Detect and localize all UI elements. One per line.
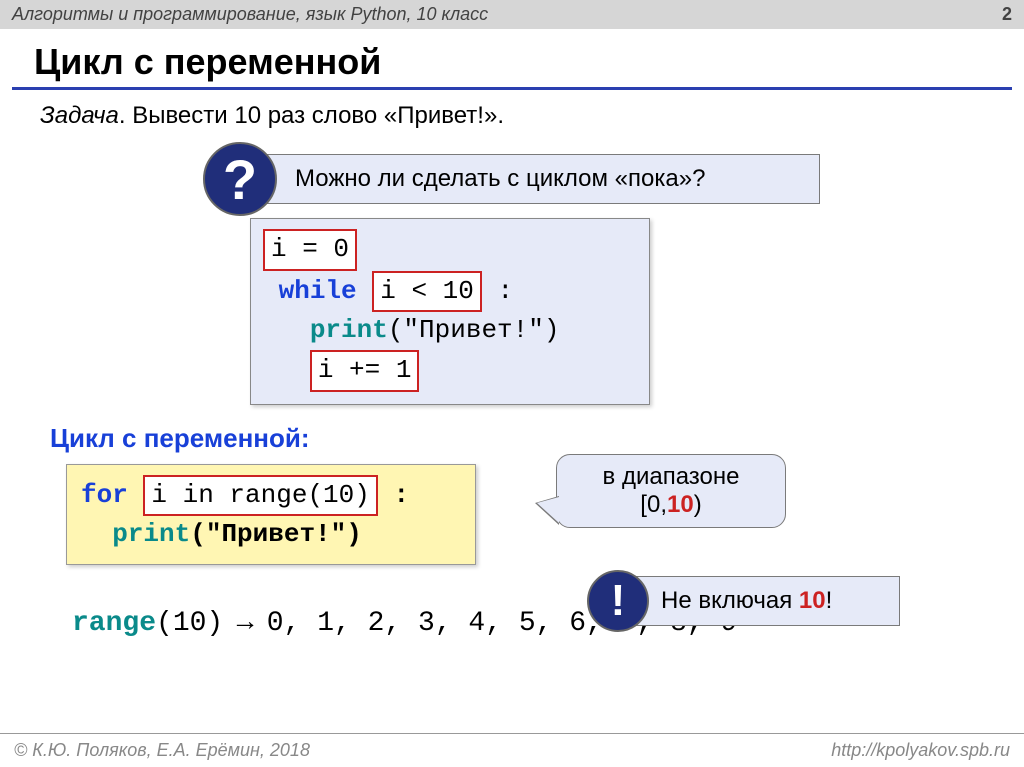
exclaim-text-a: Не включая — [661, 587, 799, 614]
for-body: i in range(10) — [143, 475, 377, 517]
colon2: : — [393, 480, 409, 510]
callout-line2c: ) — [694, 491, 702, 518]
code-inc: i += 1 — [310, 350, 420, 392]
exclaim-text-b: 10 — [799, 587, 826, 614]
colon1: : — [497, 276, 513, 306]
exclaim-text-c: ! — [826, 587, 833, 614]
footer-bar: © К.Ю. Поляков, Е.А. Ерёмин, 2018 http:/… — [0, 733, 1024, 767]
kw-while: while — [279, 276, 357, 306]
range-arg: (10) — [156, 608, 223, 639]
print-arg: ("Привет!") — [388, 315, 560, 345]
exclamation-icon: ! — [587, 570, 649, 632]
question-mark-icon: ? — [203, 142, 277, 216]
task-text: . Вывести 10 раз слово «Привет!». — [119, 102, 504, 129]
callout-line2a: [0, — [640, 491, 667, 518]
question-text: Можно ли сделать с циклом «пока»? — [295, 165, 705, 192]
kw-for: for — [81, 480, 128, 510]
question-callout: ? Можно ли сделать с циклом «пока»? — [240, 154, 820, 204]
copyright: © К.Ю. Поляков, Е.А. Ерёмин, 2018 — [14, 740, 310, 761]
page-title: Цикл с переменной — [0, 29, 1024, 85]
code-while-block: i = 0 while i < 10 : print("Привет!") i … — [250, 218, 650, 405]
callout-line2b: 10 — [667, 491, 694, 518]
range-callout: в диапазоне [0,10) — [556, 454, 786, 528]
arrow-icon: → — [223, 605, 267, 636]
subheading: Цикл с переменной: — [50, 423, 984, 454]
page-number: 2 — [1002, 4, 1012, 25]
exclaim-callout: ! Не включая 10! — [620, 576, 900, 626]
range-fn: range — [72, 608, 156, 639]
print-arg2: ("Привет!") — [190, 519, 362, 549]
code-for-block: for i in range(10) : print("Привет!") — [66, 464, 476, 565]
code-cond: i < 10 — [372, 271, 482, 313]
header-bar: Алгоритмы и программирование, язык Pytho… — [0, 0, 1024, 29]
code-init: i = 0 — [263, 229, 357, 271]
task-line: Задача. Вывести 10 раз слово «Привет!». — [40, 102, 984, 130]
footer-url: http://kpolyakov.spb.ru — [831, 740, 1010, 761]
subject-text: Алгоритмы и программирование, язык Pytho… — [12, 4, 488, 25]
kw-print2: print — [112, 519, 190, 549]
callout-line1: в диапазоне — [571, 463, 771, 491]
task-label: Задача — [40, 102, 119, 129]
kw-print: print — [310, 315, 388, 345]
